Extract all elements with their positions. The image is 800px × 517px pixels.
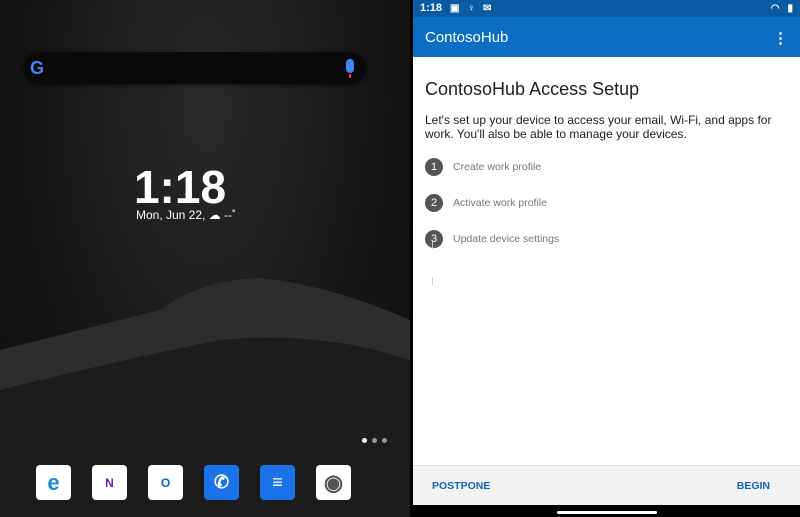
page-title: ContosoHub Access Setup bbox=[425, 79, 640, 99]
weather-text: ☁ --˚ bbox=[208, 208, 237, 222]
setup-description: Let's set up your device to access your … bbox=[425, 113, 772, 141]
home-gesture-handle[interactable] bbox=[557, 511, 657, 514]
step-connector bbox=[432, 241, 433, 249]
camera-app-icon[interactable]: ◉ bbox=[316, 465, 351, 500]
action-footer: POSTPONE BEGIN bbox=[413, 465, 800, 505]
app-dock: e N O ✆ ≡ ◉ bbox=[36, 465, 351, 500]
mail-icon: ✉ bbox=[482, 3, 492, 14]
home-clock[interactable]: 1:18 bbox=[0, 160, 360, 214]
microphone-icon[interactable] bbox=[346, 59, 354, 78]
contosohub-app: 1:18 ▣ ♀ ✉ ◠ ▮ ContosoHub ⋮ ContosoHub Acces… bbox=[413, 0, 800, 517]
home-screen: G 1:18 Mon, Jun 22, ☁ --˚ e N O ✆ ≡ ◉ bbox=[0, 0, 410, 517]
step-create-work-profile: 1 Create work profile bbox=[425, 158, 788, 176]
home-date[interactable]: Mon, Jun 22, ☁ --˚ bbox=[0, 208, 372, 222]
messages-app-icon[interactable]: ≡ bbox=[260, 465, 295, 500]
more-options-icon[interactable]: ⋮ bbox=[773, 29, 788, 47]
step-number: 3 bbox=[425, 230, 443, 248]
begin-button[interactable]: BEGIN bbox=[737, 480, 770, 492]
step-update-device-settings: 3 Update device settings bbox=[425, 230, 788, 248]
onenote-app-icon[interactable]: N bbox=[92, 465, 127, 500]
phone-app-icon[interactable]: ✆ bbox=[204, 465, 239, 500]
postpone-button[interactable]: POSTPONE bbox=[432, 480, 490, 492]
bulb-icon: ♀ bbox=[467, 3, 475, 14]
google-icon: G bbox=[30, 58, 45, 78]
step-number: 1 bbox=[425, 158, 443, 176]
outlook-app-icon[interactable]: O bbox=[148, 465, 183, 500]
page-indicator bbox=[362, 438, 387, 443]
status-bar: 1:18 ▣ ♀ ✉ ◠ ▮ bbox=[413, 0, 800, 17]
step-activate-work-profile: 2 Activate work profile bbox=[425, 194, 788, 212]
battery-icon: ▮ bbox=[787, 3, 793, 14]
navigation-bar bbox=[413, 505, 800, 517]
edge-app-icon[interactable]: e bbox=[36, 465, 71, 500]
app-bar: ContosoHub ⋮ bbox=[413, 17, 800, 57]
date-text: Mon, Jun 22, bbox=[135, 208, 206, 222]
step-connector bbox=[432, 277, 433, 285]
google-search-bar[interactable]: G bbox=[24, 52, 366, 84]
status-time: 1:18 bbox=[420, 2, 443, 14]
app-title: ContosoHub bbox=[425, 29, 509, 46]
step-label: Update device settings bbox=[453, 233, 560, 245]
image-icon: ▣ bbox=[450, 3, 460, 14]
step-number: 2 bbox=[425, 194, 443, 212]
step-label: Create work profile bbox=[453, 161, 542, 173]
wifi-icon: ◠ bbox=[770, 3, 780, 14]
step-label: Activate work profile bbox=[453, 197, 547, 209]
